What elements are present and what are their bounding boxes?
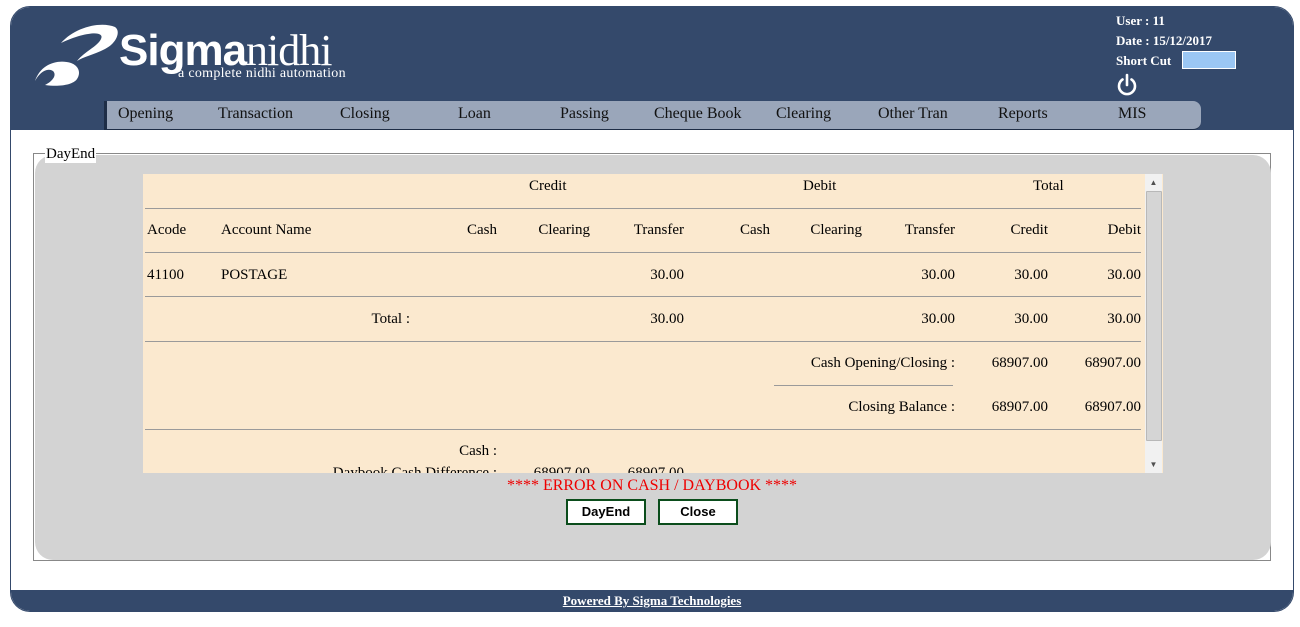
totals-debit-transfer: 30.00 <box>921 311 955 327</box>
daybook-cash-difference-value2: 68907.00 <box>627 465 684 473</box>
date-label: Date : 15/12/2017 <box>1116 33 1213 48</box>
closing-balance-label: Closing Balance : <box>848 399 955 415</box>
cell-acode: 41100 <box>147 267 184 283</box>
col-header-account-name: Account Name <box>221 222 312 238</box>
col-header-credit-transfer: Transfer <box>633 222 684 238</box>
menu-cheque-book[interactable]: Cheque Book <box>654 105 742 123</box>
menu-other-tran[interactable]: Other Tran <box>878 105 948 123</box>
group-header-credit: Credit <box>529 178 567 194</box>
scroll-up-icon[interactable]: ▲ <box>1145 174 1162 191</box>
menu-opening[interactable]: Opening <box>118 105 173 123</box>
scroll-thumb[interactable] <box>1146 191 1162 441</box>
cell-debit-transfer: 30.00 <box>921 267 955 283</box>
error-message: **** ERROR ON CASH / DAYBOOK **** <box>506 477 798 494</box>
grid-divider <box>145 252 1141 253</box>
closing-balance-credit: 68907.00 <box>991 399 1048 415</box>
cash-label: Cash : <box>459 443 497 459</box>
col-header-total-credit: Credit <box>1010 222 1049 238</box>
grid-divider <box>145 208 1141 209</box>
menu-loan[interactable]: Loan <box>458 105 491 123</box>
grid-scrollbar[interactable]: ▲ ▼ <box>1145 174 1162 473</box>
menu-mis[interactable]: MIS <box>1118 105 1146 123</box>
dayend-legend: DayEnd <box>45 146 97 163</box>
shortcut-input[interactable] <box>1182 51 1236 69</box>
close-button[interactable]: Close <box>658 499 738 525</box>
totals-total-debit: 30.00 <box>1107 311 1141 327</box>
menu-closing[interactable]: Closing <box>340 105 390 123</box>
cash-opening-closing-credit: 68907.00 <box>991 355 1048 371</box>
cell-total-debit: 30.00 <box>1107 267 1141 283</box>
daybook-cash-difference-value1: 68907.00 <box>533 465 590 473</box>
cell-credit-transfer: 30.00 <box>650 267 684 283</box>
closing-balance-debit: 68907.00 <box>1084 399 1141 415</box>
cash-opening-closing-debit: 68907.00 <box>1084 355 1141 371</box>
totals-total-credit: 30.00 <box>1014 311 1048 327</box>
sigma-swirl-logo <box>35 24 118 86</box>
col-header-total-debit: Debit <box>1107 222 1141 238</box>
totals-label: Total : <box>371 311 410 327</box>
col-header-credit-clearing: Clearing <box>538 222 590 238</box>
shortcut-label-text: Short Cut <box>1116 53 1172 68</box>
header: Sigmanidhi a complete nidhi automation U… <box>11 7 1293 130</box>
grid-divider <box>145 429 1141 430</box>
col-header-debit-clearing: Clearing <box>810 222 862 238</box>
grid-divider <box>145 341 1141 342</box>
brand-tagline: a complete nidhi automation <box>178 66 346 81</box>
col-header-credit-cash: Cash <box>467 222 497 238</box>
dayend-button[interactable]: DayEnd <box>566 499 646 525</box>
menu-transaction[interactable]: Transaction <box>218 105 293 123</box>
col-header-debit-cash: Cash <box>740 222 770 238</box>
group-header-total: Total <box>1033 178 1064 194</box>
powered-by-link[interactable]: Powered By Sigma Technologies <box>563 593 742 608</box>
grid-divider <box>774 385 953 386</box>
app-window: Sigmanidhi a complete nidhi automation U… <box>10 6 1294 612</box>
menu-reports[interactable]: Reports <box>998 105 1048 123</box>
totals-credit-transfer: 30.00 <box>650 311 684 327</box>
cell-account-name: POSTAGE <box>221 267 288 283</box>
cell-total-credit: 30.00 <box>1014 267 1048 283</box>
col-header-acode: Acode <box>147 222 187 238</box>
col-header-debit-transfer: Transfer <box>904 222 955 238</box>
grid-divider <box>145 296 1141 297</box>
cash-opening-closing-label: Cash Opening/Closing : <box>810 355 955 371</box>
main-menu: Opening Transaction Closing Loan Passing… <box>104 101 1201 130</box>
menu-clearing[interactable]: Clearing <box>776 105 831 123</box>
daybook-cash-difference-label: Daybook Cash Difference : <box>332 465 497 473</box>
group-header-debit: Debit <box>803 178 837 194</box>
user-label: User : 11 <box>1116 13 1165 28</box>
scroll-down-icon[interactable]: ▼ <box>1145 456 1162 473</box>
dayend-grid: Credit Debit Total Acode Account Name Ca… <box>143 174 1163 473</box>
footer: Powered By Sigma Technologies <box>11 590 1293 611</box>
power-icon[interactable] <box>1116 73 1138 97</box>
menu-passing[interactable]: Passing <box>560 105 609 123</box>
